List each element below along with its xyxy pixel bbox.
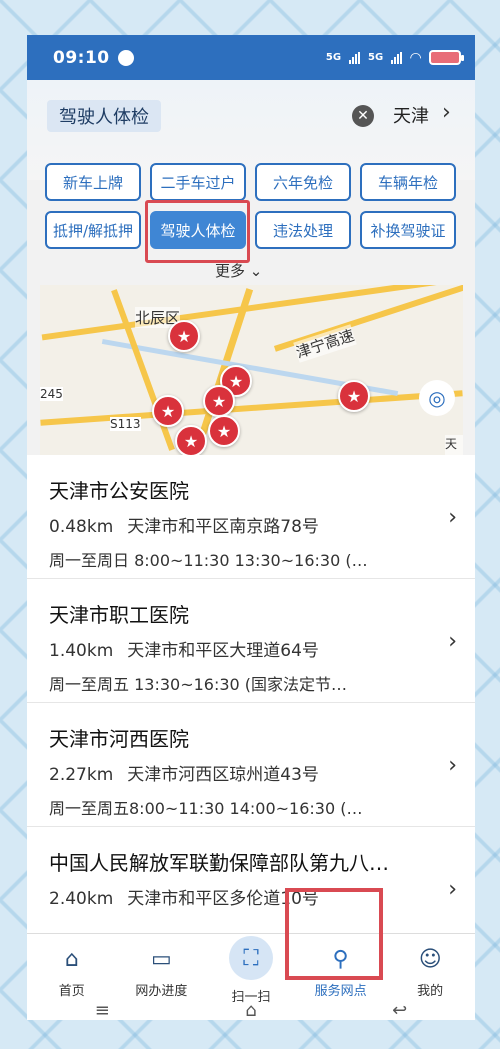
list-item[interactable]: 天津市河西医院 2.27km 天津市河西区琼州道43号 周一至周五8:00~11:…: [27, 703, 475, 827]
category-six-year-exempt[interactable]: 六年免检: [255, 163, 351, 201]
more-button[interactable]: 更多 ⌄: [215, 260, 262, 281]
hospital-name: 中国人民解放军联勤保障部队第九八…: [49, 851, 389, 875]
map-road: [40, 390, 463, 426]
signal-label-1: 5G: [325, 52, 342, 63]
map-marker[interactable]: ★: [203, 385, 235, 417]
map-marker[interactable]: ★: [338, 380, 370, 412]
category-row: 抵押/解抵押 驾驶人体检 违法处理 补换驾驶证: [45, 211, 457, 249]
map-marker[interactable]: ★: [208, 415, 240, 447]
hospital-distance: 2.27km: [49, 765, 114, 785]
search-query-tag[interactable]: 驾驶人体检: [47, 100, 161, 132]
back-icon[interactable]: ↩: [392, 1000, 407, 1021]
hospital-name: 天津市公安医院: [49, 479, 189, 503]
map-view[interactable]: 北辰区 津宁高速 S113 245 天津 ★ ★ ★ ★ ★ ★ ★ ◎: [40, 285, 463, 455]
menu-icon[interactable]: ≡: [95, 1000, 110, 1021]
wifi-icon: ◠: [410, 49, 421, 66]
hospital-hours: 周一至周日 8:00~11:30 13:30~16:30 (…: [49, 551, 368, 570]
system-navigation-bar: ≡ ⌂ ↩: [27, 995, 475, 1021]
map-marker[interactable]: ★: [152, 395, 184, 427]
signal-label-2: 5G: [368, 52, 384, 63]
status-time: 09:10: [53, 47, 110, 68]
hospital-hours: 周一至周五 13:30~16:30 (国家法定节…: [49, 675, 348, 694]
hospital-info: 0.48km 天津市和平区南京路78号: [49, 512, 455, 537]
signal-icon: [349, 51, 361, 64]
chevron-right-icon: ›: [448, 629, 457, 654]
hospital-address: 天津市和平区大理道64号: [127, 641, 319, 661]
chevron-right-icon[interactable]: ›: [442, 100, 451, 125]
map-label-road: S113: [110, 417, 141, 431]
chevron-right-icon: ›: [448, 753, 457, 778]
list-item[interactable]: 天津市职工医院 1.40km 天津市和平区大理道64号 周一至周五 13:30~1…: [27, 579, 475, 703]
signal-icon-2: [391, 51, 403, 64]
hospital-hours: 周一至周五8:00~11:30 14:00~16:30 (…: [49, 799, 363, 818]
annotation-highlight-box: [285, 888, 383, 980]
scan-icon: ⛶: [228, 936, 273, 980]
hospital-distance: 2.40km: [49, 889, 114, 909]
hospital-list: 天津市公安医院 0.48km 天津市和平区南京路78号 周一至周日 8:00~11…: [27, 455, 475, 933]
category-license-replace[interactable]: 补换驾驶证: [360, 211, 456, 249]
hospital-info: 2.27km 天津市河西区琼州道43号: [49, 760, 455, 785]
clear-search-button[interactable]: ✕: [352, 105, 374, 127]
category-annual-inspection[interactable]: 车辆年检: [360, 163, 456, 201]
hospital-distance: 0.48km: [49, 517, 114, 537]
map-label-route: 245: [40, 387, 63, 401]
status-bar: 09:10 5G 5G ◠: [27, 35, 475, 80]
hospital-address: 天津市河西区琼州道43号: [127, 765, 319, 785]
hospital-name: 天津市职工医院: [49, 603, 189, 627]
category-violation[interactable]: 违法处理: [255, 211, 351, 249]
user-icon: ☺: [418, 946, 442, 972]
city-selector[interactable]: 天津: [393, 102, 429, 128]
category-new-car-plate[interactable]: 新车上牌: [45, 163, 141, 201]
hospital-info: 1.40km 天津市和平区大理道64号: [49, 636, 455, 661]
map-marker[interactable]: ★: [168, 320, 200, 352]
hospital-distance: 1.40km: [49, 641, 114, 661]
chevron-right-icon: ›: [448, 877, 457, 902]
monitor-icon: ▭: [150, 946, 172, 972]
chevron-down-icon: ⌄: [249, 262, 263, 280]
category-grid: 新车上牌 二手车过户 六年免检 车辆年检 抵押/解抵押 驾驶人体检 违法处理 补…: [27, 155, 475, 259]
list-item[interactable]: 天津市公安医院 0.48km 天津市和平区南京路78号 周一至周日 8:00~11…: [27, 455, 475, 579]
phone-screen: 09:10 5G 5G ◠ 驾驶人体检 ✕ 天津 › 新车上牌 二手车过户 六年…: [27, 35, 475, 1020]
hospital-name: 天津市河西医院: [49, 727, 189, 751]
annotation-highlight-box: [145, 200, 250, 263]
home-icon: ⌂: [64, 946, 79, 972]
chevron-right-icon: ›: [448, 505, 457, 530]
locate-icon[interactable]: ◎: [419, 380, 455, 416]
list-item[interactable]: 中国人民解放军联勤保障部队第九八… 2.40km 天津市和平区多伦道10号 ›: [27, 827, 475, 933]
more-label: 更多: [215, 262, 246, 280]
hospital-address: 天津市和平区南京路78号: [127, 517, 319, 537]
category-mortgage[interactable]: 抵押/解抵押: [45, 211, 141, 249]
hospital-info: 2.40km 天津市和平区多伦道10号: [49, 884, 455, 909]
category-row: 新车上牌 二手车过户 六年免检 车辆年检: [45, 163, 457, 201]
map-label-city: 天津: [445, 435, 463, 455]
home-nav-icon[interactable]: ⌂: [245, 1000, 256, 1021]
app-notification-icon: [117, 49, 134, 66]
category-used-car-transfer[interactable]: 二手车过户: [150, 163, 246, 201]
battery-icon: [429, 50, 464, 65]
status-indicators: 5G 5G ◠: [325, 49, 464, 66]
map-marker[interactable]: ★: [175, 425, 207, 455]
